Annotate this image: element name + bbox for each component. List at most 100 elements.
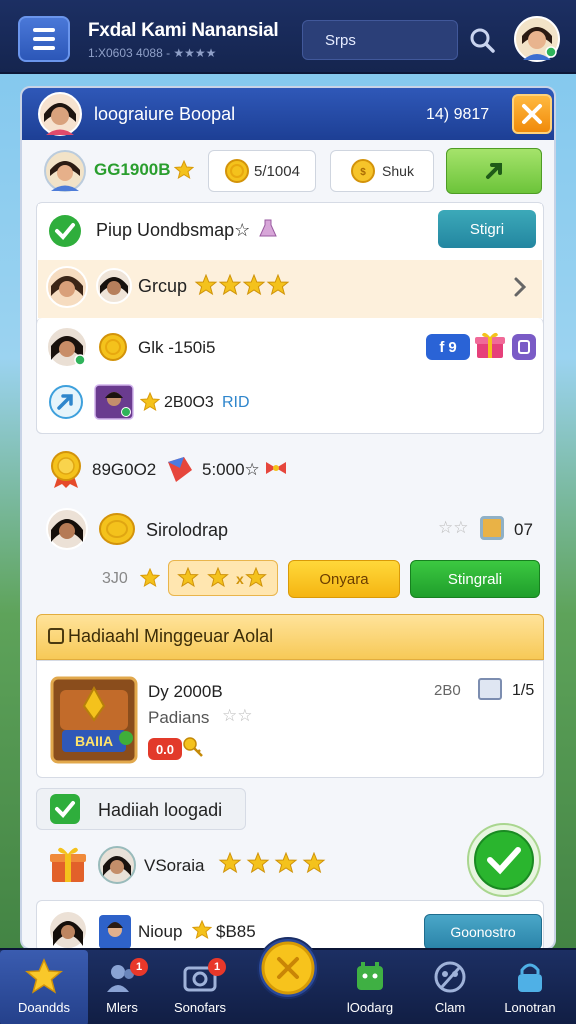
player-avatar: [44, 150, 86, 192]
treasure-chest-image: BAIIA: [50, 676, 138, 764]
friend-prefix: 3J0: [102, 570, 128, 587]
nav-missions-label: Mlers: [106, 1000, 138, 1015]
search-input[interactable]: Srps: [302, 20, 458, 60]
share-icon[interactable]: [48, 384, 84, 420]
app-subtitle: 1:X0603 4088 - ★★★★: [88, 46, 217, 60]
bookmark-button[interactable]: [512, 334, 536, 360]
nav-loading-label: lOodarg: [346, 1000, 394, 1015]
mission-stars: ☆☆: [222, 706, 253, 725]
member-avatar: [46, 326, 88, 368]
medal-icon: [51, 451, 81, 488]
rating-stars: [194, 274, 290, 296]
gem-amount: GG1900B: [94, 160, 171, 179]
chest-icon: [480, 516, 504, 540]
search-icon[interactable]: [468, 26, 496, 54]
stash-counter[interactable]: $ Shuk: [330, 150, 434, 192]
ticket-icon: [168, 457, 192, 482]
chevron-right-icon[interactable]: [512, 276, 528, 298]
orange-action-button[interactable]: Onyara: [288, 560, 400, 598]
coin-icon: [225, 159, 250, 183]
nav-more[interactable]: Lonotran: [486, 950, 574, 1024]
nav-clan[interactable]: Clam: [406, 950, 494, 1024]
like-icon: f: [439, 338, 445, 356]
member-tag: RID: [222, 394, 250, 411]
footer-button[interactable]: Goonostro: [424, 914, 542, 948]
key-icon: [183, 737, 203, 757]
confirm-fab-button[interactable]: [466, 822, 542, 898]
lock-icon: [518, 963, 542, 992]
footer-amount: $B85: [216, 922, 256, 941]
star-icon: [192, 920, 212, 940]
like-badge[interactable]: f9: [426, 334, 470, 360]
svg-text:$: $: [360, 167, 366, 178]
close-button[interactable]: [512, 94, 552, 134]
mission-tag: 0.0: [148, 738, 182, 760]
reward-amount-2: 5:000☆: [202, 460, 260, 479]
coin-icon: [99, 333, 127, 361]
mission-item-sub: Padians: [148, 708, 210, 727]
bow-icon: [266, 462, 286, 474]
friend-name: Sirolodrap: [146, 520, 229, 540]
member-avatar: [96, 268, 132, 304]
gift-box-icon: [50, 847, 86, 882]
profile-avatar[interactable]: [514, 16, 560, 62]
menu-button[interactable]: [18, 16, 70, 62]
bookmark-icon: [518, 340, 530, 354]
nav-home[interactable]: Doandds: [0, 950, 88, 1024]
star-rating-button[interactable]: x: [168, 560, 278, 596]
app-title: Fxdal Kami Nanansial: [88, 20, 279, 41]
bonus-row-label: VSoraia: [144, 856, 205, 875]
coin-amount: 5/1004: [254, 162, 300, 180]
nav-more-label: Lonotran: [504, 1000, 556, 1015]
stash-amount: Shuk: [382, 163, 414, 179]
svg-text:x: x: [236, 571, 244, 587]
panel-header: loograiure Boopal 14) 9817: [22, 88, 554, 140]
friend-avatar: [98, 846, 136, 884]
menu-icon: [33, 28, 55, 32]
nav-clan-label: Clam: [434, 1000, 466, 1015]
member-score: 2B0O3: [164, 394, 214, 411]
bonus-title: Hadiiah loogadi: [98, 800, 223, 820]
rating-stars: [218, 852, 326, 874]
check-icon: [49, 215, 81, 247]
nav-scores-label: Sonofars: [173, 1000, 227, 1015]
nav-missions[interactable]: 1 Mlers: [78, 950, 166, 1024]
clan-icon: [434, 961, 466, 993]
footer-name: Nioup: [138, 922, 183, 941]
friend-avatar: [99, 915, 131, 948]
robot-icon: [357, 962, 383, 990]
member-label: Glk -150i5: [138, 338, 216, 357]
play-button[interactable]: [446, 148, 542, 194]
coin-stack-icon: [99, 513, 135, 545]
star-icon: [174, 160, 194, 180]
friend-count: 07: [514, 520, 533, 539]
card-label: BAIIA: [75, 733, 113, 749]
friend-stars: ☆☆: [438, 518, 469, 537]
nav-home-label: Doandds: [17, 1000, 71, 1015]
green-action-button[interactable]: Stingrali: [410, 560, 540, 598]
mission-item-score: 2B0: [434, 682, 461, 699]
start-button[interactable]: Stigri: [438, 210, 536, 248]
mission-icon: [48, 628, 64, 644]
nav-scores[interactable]: 1 Sonofars: [156, 950, 244, 1024]
panel-title: loograiure Boopal: [94, 104, 236, 124]
friend-avatar: [48, 910, 88, 948]
potion-icon: [259, 219, 277, 237]
center-close-button[interactable]: [256, 936, 320, 1000]
member-avatar: [46, 266, 88, 308]
nav-loading[interactable]: lOodarg: [326, 950, 414, 1024]
group-section-title: Piup Uondbsmap☆: [96, 220, 251, 240]
main-panel: loograiure Boopal 14) 9817 GG1900B 5/100…: [20, 86, 556, 950]
rating-stars: x: [177, 567, 267, 588]
check-box-icon: [50, 794, 80, 824]
top-bar: Fxdal Kami Nanansial 1:X0603 4088 - ★★★★…: [0, 0, 576, 74]
nav-missions-badge: 1: [130, 958, 148, 976]
star-icon: [140, 568, 160, 588]
close-icon: [522, 104, 542, 124]
friend-avatar: [46, 508, 88, 550]
character-thumb: [94, 384, 134, 420]
coin-counter[interactable]: 5/1004: [208, 150, 316, 192]
mission-item-count: 1/5: [512, 682, 535, 699]
panel-avatar: [38, 92, 82, 136]
gift-icon[interactable]: [474, 330, 506, 360]
